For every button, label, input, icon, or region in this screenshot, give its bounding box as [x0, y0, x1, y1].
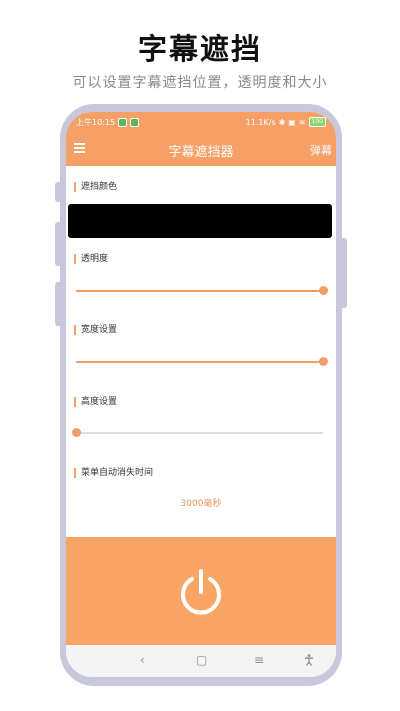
accessibility-icon[interactable]	[304, 654, 314, 666]
nav-home-button[interactable]: ▢	[196, 653, 207, 667]
slider-thumb[interactable]	[71, 428, 81, 437]
nav-back-button[interactable]: ‹	[140, 653, 145, 667]
opacity-label: 透明度	[74, 254, 108, 264]
height-label: 高度设置	[74, 397, 117, 407]
slider-fill	[76, 361, 323, 363]
opacity-slider[interactable]	[76, 286, 328, 296]
slider-track	[76, 432, 323, 434]
nav-menu-button[interactable]: ≡	[254, 653, 264, 667]
signal-icon: ▣	[288, 117, 296, 127]
mask-color-label: 遮挡颜色	[74, 182, 117, 192]
bluetooth-icon: ✱	[278, 117, 286, 127]
auto-hide-label: 菜单自动消失时间	[74, 468, 153, 478]
system-nav-bar: ‹ ▢ ≡	[66, 645, 336, 677]
width-slider[interactable]	[76, 357, 328, 367]
status-time: 上午10:15	[76, 117, 116, 127]
settings-panel: 遮挡颜色 透明度 宽度设置 高度设置 菜单自动消失时间 3000毫秒	[66, 166, 336, 544]
network-speed: 11.1K/s	[245, 117, 276, 127]
app-title: 字幕遮挡器	[168, 145, 234, 160]
width-label: 宽度设置	[74, 325, 117, 335]
height-slider[interactable]	[71, 428, 323, 438]
promo-title: 字幕遮挡	[137, 32, 262, 66]
popup-button[interactable]: 弹幕	[310, 142, 332, 158]
battery-icon: 100	[308, 117, 326, 127]
power-panel	[66, 537, 336, 645]
notification-icon	[118, 117, 128, 127]
slider-thumb[interactable]	[318, 357, 328, 366]
slider-fill	[76, 290, 323, 292]
mask-color-swatch[interactable]	[68, 204, 332, 238]
promo-subtitle: 可以设置字幕遮挡位置，透明度和大小	[72, 75, 328, 91]
notification-icon	[130, 117, 140, 127]
app-bar: 字幕遮挡器 弹幕	[66, 132, 336, 166]
wifi-icon: ≋	[298, 117, 306, 127]
power-icon[interactable]	[176, 567, 226, 617]
status-bar: 上午10:15 11.1K/s ✱ ▣ ≋ 100	[66, 112, 336, 132]
slider-thumb[interactable]	[318, 286, 328, 295]
auto-hide-value[interactable]: 3000毫秒	[66, 496, 336, 509]
phone-screen: 上午10:15 11.1K/s ✱ ▣ ≋ 100 字幕遮挡器 弹幕 遮挡颜色 …	[66, 112, 336, 677]
